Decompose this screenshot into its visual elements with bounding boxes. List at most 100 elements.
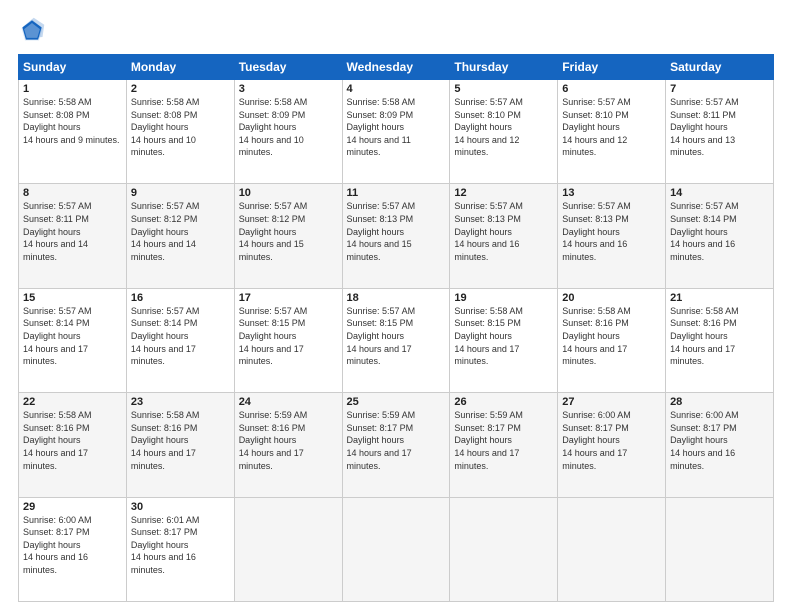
calendar-cell: 5Sunrise: 5:57 AMSunset: 8:10 PMDaylight… — [450, 80, 558, 184]
day-info: Sunrise: 5:57 AMSunset: 8:12 PMDaylight … — [131, 200, 230, 263]
calendar-cell: 18Sunrise: 5:57 AMSunset: 8:15 PMDayligh… — [342, 288, 450, 392]
day-number: 29 — [23, 501, 122, 513]
day-info: Sunrise: 5:57 AMSunset: 8:13 PMDaylight … — [454, 200, 553, 263]
day-info: Sunrise: 5:58 AMSunset: 8:16 PMDaylight … — [562, 305, 661, 368]
calendar-week-row: 8Sunrise: 5:57 AMSunset: 8:11 PMDaylight… — [19, 184, 774, 288]
day-info: Sunrise: 5:58 AMSunset: 8:15 PMDaylight … — [454, 305, 553, 368]
calendar-cell: 25Sunrise: 5:59 AMSunset: 8:17 PMDayligh… — [342, 393, 450, 497]
calendar-cell: 17Sunrise: 5:57 AMSunset: 8:15 PMDayligh… — [234, 288, 342, 392]
day-info: Sunrise: 5:58 AMSunset: 8:09 PMDaylight … — [239, 96, 338, 159]
day-info: Sunrise: 5:57 AMSunset: 8:14 PMDaylight … — [23, 305, 122, 368]
calendar-cell: 9Sunrise: 5:57 AMSunset: 8:12 PMDaylight… — [126, 184, 234, 288]
calendar-cell — [450, 497, 558, 601]
day-number: 9 — [131, 187, 230, 199]
day-number: 7 — [670, 83, 769, 95]
day-number: 17 — [239, 292, 338, 304]
calendar-week-row: 1Sunrise: 5:58 AMSunset: 8:08 PMDaylight… — [19, 80, 774, 184]
calendar-cell: 26Sunrise: 5:59 AMSunset: 8:17 PMDayligh… — [450, 393, 558, 497]
calendar-cell: 3Sunrise: 5:58 AMSunset: 8:09 PMDaylight… — [234, 80, 342, 184]
calendar-cell: 29Sunrise: 6:00 AMSunset: 8:17 PMDayligh… — [19, 497, 127, 601]
day-info: Sunrise: 6:01 AMSunset: 8:17 PMDaylight … — [131, 514, 230, 577]
day-number: 3 — [239, 83, 338, 95]
day-number: 24 — [239, 396, 338, 408]
calendar-cell: 7Sunrise: 5:57 AMSunset: 8:11 PMDaylight… — [666, 80, 774, 184]
day-number: 30 — [131, 501, 230, 513]
weekday-header-monday: Monday — [126, 55, 234, 80]
weekday-header-thursday: Thursday — [450, 55, 558, 80]
calendar-cell: 30Sunrise: 6:01 AMSunset: 8:17 PMDayligh… — [126, 497, 234, 601]
day-info: Sunrise: 5:59 AMSunset: 8:16 PMDaylight … — [239, 409, 338, 472]
day-info: Sunrise: 5:57 AMSunset: 8:13 PMDaylight … — [562, 200, 661, 263]
day-info: Sunrise: 6:00 AMSunset: 8:17 PMDaylight … — [23, 514, 122, 577]
day-number: 6 — [562, 83, 661, 95]
day-info: Sunrise: 5:57 AMSunset: 8:10 PMDaylight … — [454, 96, 553, 159]
day-info: Sunrise: 5:57 AMSunset: 8:14 PMDaylight … — [131, 305, 230, 368]
calendar-cell: 21Sunrise: 5:58 AMSunset: 8:16 PMDayligh… — [666, 288, 774, 392]
day-info: Sunrise: 5:57 AMSunset: 8:14 PMDaylight … — [670, 200, 769, 263]
weekday-header-friday: Friday — [558, 55, 666, 80]
calendar-cell: 16Sunrise: 5:57 AMSunset: 8:14 PMDayligh… — [126, 288, 234, 392]
day-number: 25 — [347, 396, 446, 408]
calendar-cell — [558, 497, 666, 601]
day-info: Sunrise: 6:00 AMSunset: 8:17 PMDaylight … — [562, 409, 661, 472]
day-info: Sunrise: 5:57 AMSunset: 8:13 PMDaylight … — [347, 200, 446, 263]
calendar-cell: 11Sunrise: 5:57 AMSunset: 8:13 PMDayligh… — [342, 184, 450, 288]
day-number: 4 — [347, 83, 446, 95]
day-number: 8 — [23, 187, 122, 199]
calendar-cell: 6Sunrise: 5:57 AMSunset: 8:10 PMDaylight… — [558, 80, 666, 184]
calendar-cell: 19Sunrise: 5:58 AMSunset: 8:15 PMDayligh… — [450, 288, 558, 392]
day-info: Sunrise: 5:57 AMSunset: 8:12 PMDaylight … — [239, 200, 338, 263]
calendar-cell: 15Sunrise: 5:57 AMSunset: 8:14 PMDayligh… — [19, 288, 127, 392]
page: SundayMondayTuesdayWednesdayThursdayFrid… — [0, 0, 792, 612]
weekday-header-wednesday: Wednesday — [342, 55, 450, 80]
calendar-cell — [234, 497, 342, 601]
day-number: 14 — [670, 187, 769, 199]
day-number: 5 — [454, 83, 553, 95]
day-number: 28 — [670, 396, 769, 408]
day-info: Sunrise: 5:59 AMSunset: 8:17 PMDaylight … — [454, 409, 553, 472]
day-number: 18 — [347, 292, 446, 304]
day-number: 21 — [670, 292, 769, 304]
day-info: Sunrise: 5:58 AMSunset: 8:08 PMDaylight … — [131, 96, 230, 159]
header — [18, 16, 774, 44]
calendar-cell: 13Sunrise: 5:57 AMSunset: 8:13 PMDayligh… — [558, 184, 666, 288]
calendar-cell: 1Sunrise: 5:58 AMSunset: 8:08 PMDaylight… — [19, 80, 127, 184]
day-info: Sunrise: 6:00 AMSunset: 8:17 PMDaylight … — [670, 409, 769, 472]
day-number: 15 — [23, 292, 122, 304]
calendar-week-row: 29Sunrise: 6:00 AMSunset: 8:17 PMDayligh… — [19, 497, 774, 601]
calendar-cell: 12Sunrise: 5:57 AMSunset: 8:13 PMDayligh… — [450, 184, 558, 288]
day-number: 27 — [562, 396, 661, 408]
day-info: Sunrise: 5:57 AMSunset: 8:11 PMDaylight … — [670, 96, 769, 159]
day-info: Sunrise: 5:57 AMSunset: 8:15 PMDaylight … — [239, 305, 338, 368]
calendar-cell: 14Sunrise: 5:57 AMSunset: 8:14 PMDayligh… — [666, 184, 774, 288]
calendar-cell: 27Sunrise: 6:00 AMSunset: 8:17 PMDayligh… — [558, 393, 666, 497]
calendar-cell: 8Sunrise: 5:57 AMSunset: 8:11 PMDaylight… — [19, 184, 127, 288]
day-number: 16 — [131, 292, 230, 304]
calendar-week-row: 22Sunrise: 5:58 AMSunset: 8:16 PMDayligh… — [19, 393, 774, 497]
day-number: 13 — [562, 187, 661, 199]
logo-icon — [18, 16, 46, 44]
calendar-cell: 20Sunrise: 5:58 AMSunset: 8:16 PMDayligh… — [558, 288, 666, 392]
calendar-cell — [342, 497, 450, 601]
calendar-cell: 28Sunrise: 6:00 AMSunset: 8:17 PMDayligh… — [666, 393, 774, 497]
calendar-cell — [666, 497, 774, 601]
day-number: 11 — [347, 187, 446, 199]
day-number: 26 — [454, 396, 553, 408]
day-number: 1 — [23, 83, 122, 95]
day-number: 10 — [239, 187, 338, 199]
day-info: Sunrise: 5:58 AMSunset: 8:16 PMDaylight … — [131, 409, 230, 472]
day-info: Sunrise: 5:58 AMSunset: 8:16 PMDaylight … — [670, 305, 769, 368]
day-number: 22 — [23, 396, 122, 408]
weekday-header-sunday: Sunday — [19, 55, 127, 80]
day-info: Sunrise: 5:58 AMSunset: 8:08 PMDaylight … — [23, 96, 122, 146]
calendar-week-row: 15Sunrise: 5:57 AMSunset: 8:14 PMDayligh… — [19, 288, 774, 392]
day-number: 19 — [454, 292, 553, 304]
weekday-header-row: SundayMondayTuesdayWednesdayThursdayFrid… — [19, 55, 774, 80]
calendar-table: SundayMondayTuesdayWednesdayThursdayFrid… — [18, 54, 774, 602]
day-info: Sunrise: 5:58 AMSunset: 8:16 PMDaylight … — [23, 409, 122, 472]
day-info: Sunrise: 5:57 AMSunset: 8:11 PMDaylight … — [23, 200, 122, 263]
day-info: Sunrise: 5:59 AMSunset: 8:17 PMDaylight … — [347, 409, 446, 472]
weekday-header-tuesday: Tuesday — [234, 55, 342, 80]
day-number: 12 — [454, 187, 553, 199]
calendar-cell: 22Sunrise: 5:58 AMSunset: 8:16 PMDayligh… — [19, 393, 127, 497]
